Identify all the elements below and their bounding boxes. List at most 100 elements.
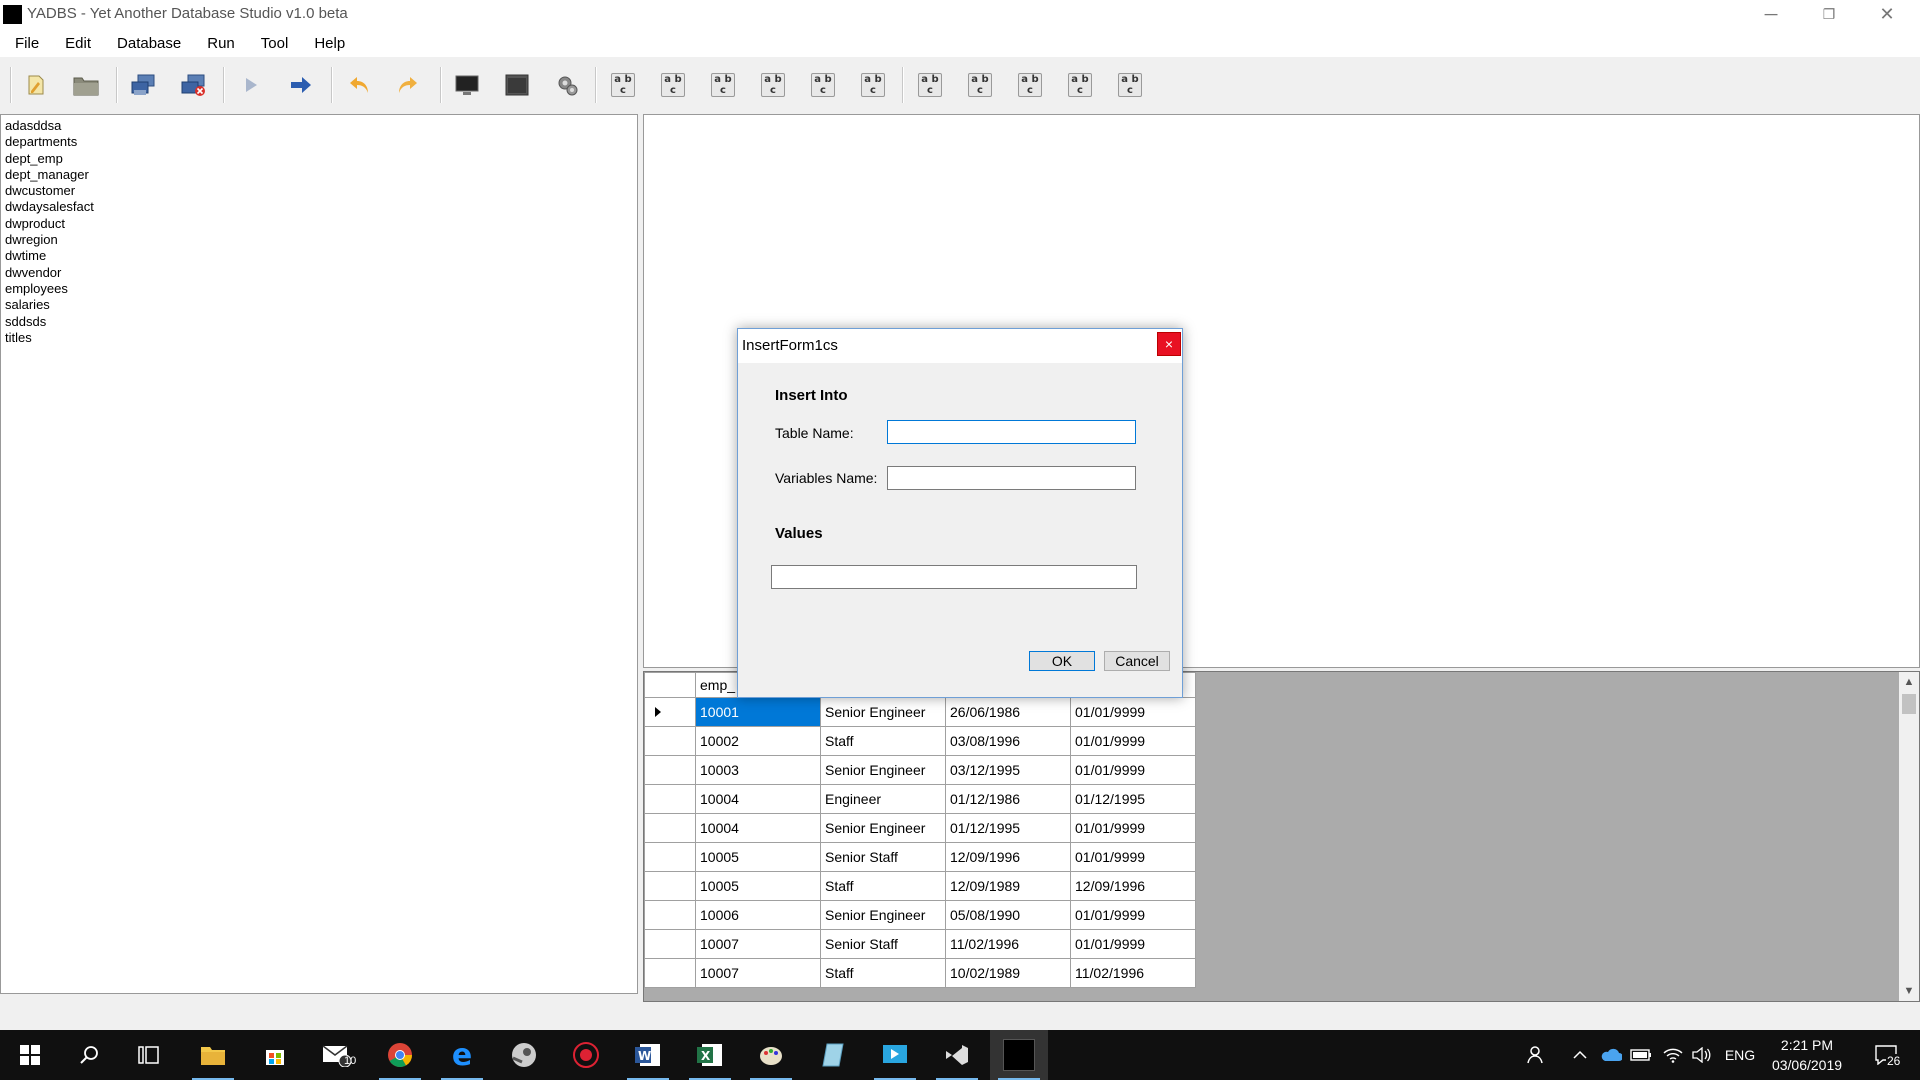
grid-cell[interactable]: Staff — [820, 958, 946, 988]
menu-tool[interactable]: Tool — [246, 35, 300, 52]
format-abc-icon[interactable]: a b c — [608, 70, 638, 100]
grid-cell[interactable]: 10005 — [695, 842, 821, 872]
grid-cell[interactable]: Senior Engineer — [820, 755, 946, 785]
table-row[interactable]: 10002 Staff 03/08/1996 01/01/9999 — [644, 726, 1196, 756]
table-row[interactable]: 10001 Senior Engineer 26/06/1986 01/01/9… — [644, 697, 1196, 727]
word-icon[interactable]: W — [619, 1030, 677, 1080]
table-row[interactable]: 10004 Engineer 01/12/1986 01/12/1995 — [644, 784, 1196, 814]
menu-file[interactable]: File — [0, 35, 50, 52]
disconnect-database-icon[interactable] — [178, 70, 208, 100]
table-list-item[interactable]: dept_manager — [5, 167, 637, 183]
search-icon[interactable] — [60, 1030, 118, 1080]
table-list-item[interactable]: titles — [5, 330, 637, 346]
battery-icon[interactable] — [1628, 1030, 1654, 1080]
minimize-button[interactable]: ─ — [1742, 0, 1800, 29]
format-abc-icon[interactable]: a b c — [1065, 70, 1095, 100]
grid-cell[interactable]: 11/02/1996 — [945, 929, 1071, 959]
grid-cell[interactable]: 10001 — [695, 697, 821, 727]
scroll-thumb[interactable] — [1902, 694, 1916, 714]
start-windows-icon[interactable] — [1, 1030, 59, 1080]
format-abc-icon[interactable]: a b c — [658, 70, 688, 100]
table-row[interactable]: 10005 Staff 12/09/1989 12/09/1996 — [644, 871, 1196, 901]
format-abc-icon[interactable]: a b c — [708, 70, 738, 100]
table-list-item[interactable]: dept_emp — [5, 151, 637, 167]
grid-cell[interactable]: Senior Engineer — [820, 813, 946, 843]
settings-icon[interactable] — [552, 70, 582, 100]
grid-cell[interactable]: Senior Staff — [820, 929, 946, 959]
antivirus-icon[interactable] — [557, 1030, 615, 1080]
redo-icon[interactable] — [392, 70, 422, 100]
mail-icon[interactable]: 10 — [308, 1030, 366, 1080]
people-icon[interactable] — [1522, 1030, 1552, 1080]
format-abc-icon[interactable]: a b c — [965, 70, 995, 100]
table-list-item[interactable]: adasddsa — [5, 118, 637, 134]
grid-cell[interactable]: 01/01/9999 — [1070, 813, 1196, 843]
restore-button[interactable]: ❐ — [1800, 0, 1858, 29]
format-abc-icon[interactable]: a b c — [915, 70, 945, 100]
row-header[interactable] — [644, 871, 696, 901]
notepad-icon[interactable] — [804, 1030, 862, 1080]
table-row[interactable]: 10004 Senior Engineer 01/12/1995 01/01/9… — [644, 813, 1196, 843]
grid-cell[interactable]: 10003 — [695, 755, 821, 785]
values-input[interactable] — [771, 565, 1137, 589]
table-list-item[interactable]: salaries — [5, 297, 637, 313]
remote-desktop-icon[interactable] — [866, 1030, 924, 1080]
chevron-up-icon[interactable] — [1568, 1030, 1592, 1080]
row-header[interactable] — [644, 958, 696, 988]
table-row[interactable]: 10007 Staff 10/02/1989 11/02/1996 — [644, 958, 1196, 988]
table-list-item[interactable]: dwcustomer — [5, 183, 637, 199]
grid-cell[interactable]: 01/01/9999 — [1070, 842, 1196, 872]
format-abc-icon[interactable]: a b c — [1015, 70, 1045, 100]
table-list-item[interactable]: departments — [5, 134, 637, 150]
table-list-item[interactable]: sddsds — [5, 314, 637, 330]
visual-studio-icon[interactable] — [928, 1030, 986, 1080]
yadbs-taskbar-icon[interactable] — [990, 1030, 1048, 1080]
grid-cell[interactable]: 10004 — [695, 813, 821, 843]
run-icon[interactable] — [236, 70, 266, 100]
dialog-close-button[interactable]: × — [1157, 332, 1181, 356]
run-next-icon[interactable] — [286, 70, 316, 100]
store-icon[interactable] — [246, 1030, 304, 1080]
grid-cell[interactable]: 05/08/1990 — [945, 900, 1071, 930]
table-row[interactable]: 10006 Senior Engineer 05/08/1990 01/01/9… — [644, 900, 1196, 930]
grid-cell[interactable]: 12/09/1989 — [945, 871, 1071, 901]
file-explorer-icon[interactable] — [184, 1030, 242, 1080]
scroll-down-icon[interactable]: ▼ — [1899, 981, 1919, 1001]
grid-cell[interactable]: 01/12/1995 — [1070, 784, 1196, 814]
row-header[interactable] — [644, 784, 696, 814]
ok-button[interactable]: OK — [1029, 651, 1095, 671]
cancel-button[interactable]: Cancel — [1104, 651, 1170, 671]
connect-database-icon[interactable] — [128, 70, 158, 100]
volume-icon[interactable] — [1688, 1030, 1714, 1080]
grid-cell[interactable]: Staff — [820, 871, 946, 901]
language-indicator[interactable]: ENG — [1720, 1030, 1760, 1080]
table-list-item[interactable]: dwdaysalesfact — [5, 199, 637, 215]
row-header[interactable] — [644, 697, 696, 727]
grid-cell[interactable]: 10002 — [695, 726, 821, 756]
grid-cell[interactable]: 03/08/1996 — [945, 726, 1071, 756]
row-header[interactable] — [644, 842, 696, 872]
task-view-icon[interactable] — [120, 1030, 178, 1080]
grid-cell[interactable]: 10005 — [695, 871, 821, 901]
edge-icon[interactable]: e — [433, 1030, 491, 1080]
grid-cell[interactable]: Engineer — [820, 784, 946, 814]
menu-edit[interactable]: Edit — [50, 35, 102, 52]
grid-cell[interactable]: 01/12/1986 — [945, 784, 1071, 814]
format-abc-icon[interactable]: a b c — [858, 70, 888, 100]
window-icon[interactable] — [502, 70, 532, 100]
open-folder-icon[interactable] — [71, 70, 101, 100]
table-list-item[interactable]: dwtime — [5, 248, 637, 264]
row-header[interactable] — [644, 813, 696, 843]
grid-cell[interactable]: 01/01/9999 — [1070, 929, 1196, 959]
menu-database[interactable]: Database — [102, 35, 192, 52]
grid-cell[interactable]: 10006 — [695, 900, 821, 930]
steam-icon[interactable] — [495, 1030, 553, 1080]
grid-cell[interactable]: 01/12/1995 — [945, 813, 1071, 843]
table-name-input[interactable] — [887, 420, 1136, 444]
table-list-item[interactable]: employees — [5, 281, 637, 297]
format-abc-icon[interactable]: a b c — [808, 70, 838, 100]
paint-icon[interactable] — [742, 1030, 800, 1080]
onedrive-icon[interactable] — [1598, 1030, 1624, 1080]
table-list-item[interactable]: dwregion — [5, 232, 637, 248]
grid-cell[interactable]: 01/01/9999 — [1070, 697, 1196, 727]
